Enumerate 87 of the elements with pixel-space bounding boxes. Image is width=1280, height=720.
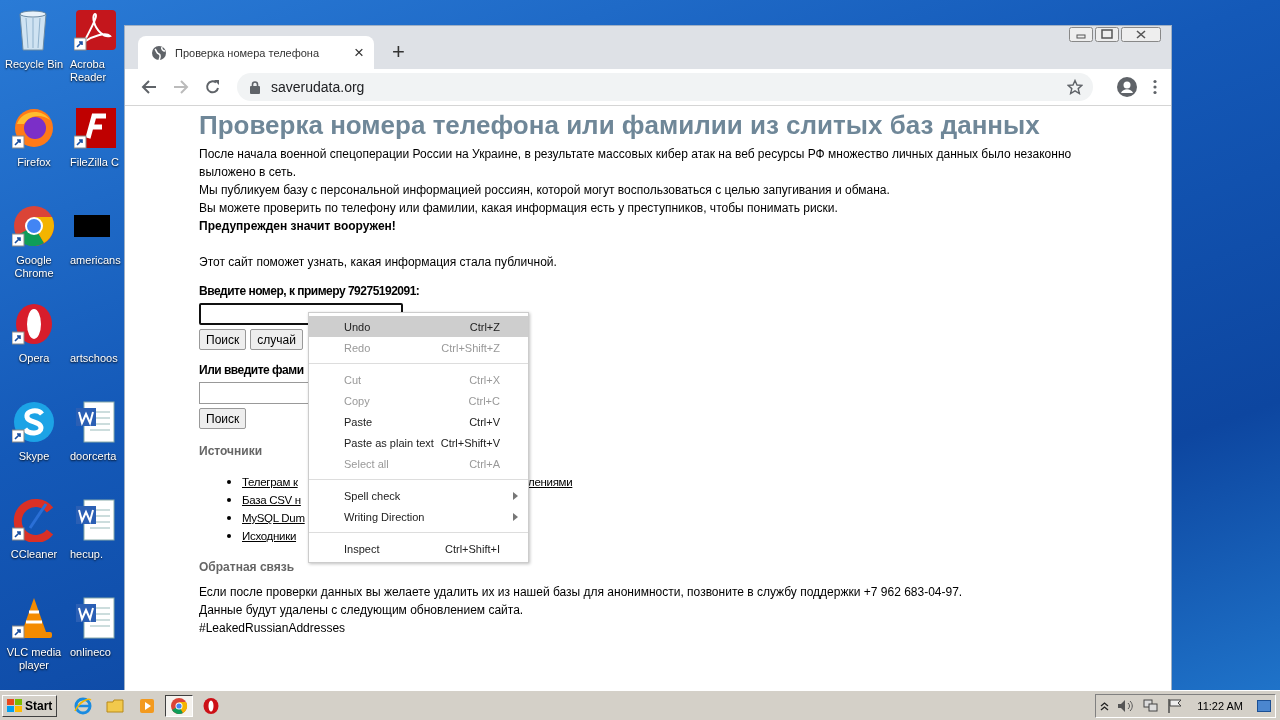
thumbnail-icon[interactable]: [74, 215, 110, 237]
media-player-icon: [138, 696, 157, 715]
menu-item[interactable]: Writing Direction: [309, 506, 528, 527]
paragraph: Если после проверки данных вы желаете удалить их из нашей базы для анонимности, позвоните в службу поддержки +7 962 683-04-97.: [199, 584, 964, 601]
desktop-icon-label[interactable]: Firefox: [17, 156, 51, 169]
bookmark-star-icon[interactable]: [1067, 79, 1083, 95]
paragraph: Мы публикуем базу с персональной информацией россиян, которой могут воспользоваться с целью запугивания и обмана.: [199, 182, 891, 199]
start-button[interactable]: Start: [2, 694, 58, 717]
new-tab-button[interactable]: +: [392, 41, 405, 63]
desktop-icon-label[interactable]: americans: [70, 254, 121, 267]
lock-icon: [250, 80, 260, 94]
maximize-button[interactable]: [1095, 27, 1119, 42]
desktop-icon-label[interactable]: hecup.: [70, 548, 104, 561]
paragraph: Этот сайт поможет узнать, какая информация стала публичной.: [199, 254, 558, 271]
page-heading: Проверка номера телефона или фамилии из слитых баз данных: [199, 110, 1041, 140]
section-heading: Обратная связь: [199, 559, 295, 575]
submenu-arrow-icon: [513, 512, 518, 521]
chrome-icon[interactable]: [12, 204, 56, 248]
paragraph: Данные будут удалены с следующим обновлением сайта.: [199, 602, 525, 619]
desktop-icon-label[interactable]: doorcerta: [70, 450, 117, 463]
desktop-icon-label[interactable]: Acroba Reader: [70, 58, 107, 84]
tab-title: Проверка номера телефона: [175, 46, 321, 59]
back-icon[interactable]: [141, 79, 157, 95]
clock[interactable]: 11:22 AM: [1197, 699, 1243, 712]
taskbar-button[interactable]: [165, 694, 194, 717]
skype-icon[interactable]: [12, 400, 56, 444]
search-button[interactable]: Поиск: [199, 408, 247, 429]
chevron-up-icon[interactable]: [1100, 700, 1110, 711]
bullet-icon: [227, 498, 231, 502]
paragraph: Предупрежден значит вооружен!: [199, 218, 397, 235]
paragraph: #LeakedRussianAddresses: [199, 620, 347, 637]
speaker-icon[interactable]: [1117, 698, 1136, 713]
ccleaner-icon[interactable]: [12, 498, 56, 542]
desktop-icon-label[interactable]: artschoos: [70, 352, 118, 365]
search-button[interactable]: случай: [250, 329, 303, 350]
menu-item[interactable]: Undo Ctrl+Z: [309, 316, 528, 337]
profile-icon[interactable]: [1117, 77, 1137, 97]
reload-icon[interactable]: [205, 79, 221, 95]
word-document-icon[interactable]: [74, 400, 118, 444]
minimize-button[interactable]: [1069, 27, 1093, 42]
chrome-icon: [170, 696, 189, 715]
desktop-icon-label[interactable]: Recycle Bin: [4, 58, 64, 71]
menu-item[interactable]: Paste Ctrl+V: [309, 411, 528, 432]
browser-tab[interactable]: Проверка номера телефона ×: [138, 36, 374, 69]
pdf-app-icon[interactable]: [74, 8, 118, 52]
paragraph: Вы можете проверить по телефону или фамилии, какая информация есть у преступников, чтобы понимать риски.: [199, 200, 839, 217]
filezilla-icon[interactable]: [74, 106, 118, 150]
close-window-button[interactable]: [1121, 27, 1161, 42]
show-desktop-icon[interactable]: [1257, 699, 1271, 712]
desktop-icon-label[interactable]: CCleaner: [10, 548, 58, 561]
ie-icon: [74, 696, 93, 715]
address-bar[interactable]: saverudata.org: [237, 73, 1093, 101]
menu-item[interactable]: Inspect Ctrl+Shift+I: [309, 538, 528, 559]
source-link[interactable]: лениями: [528, 476, 573, 488]
folder-icon: [106, 696, 125, 715]
word-document-icon[interactable]: [74, 596, 118, 640]
desktop-icon-label[interactable]: Google Chrome: [14, 254, 54, 280]
menu-item[interactable]: Spell check: [309, 485, 528, 506]
field-label: Введите номер, к примеру 79275192091:: [199, 283, 420, 299]
menu-item[interactable]: Paste as plain text Ctrl+Shift+V: [309, 432, 528, 453]
flag-icon[interactable]: [1167, 698, 1184, 713]
bullet-icon: [227, 480, 231, 484]
word-document-icon[interactable]: [74, 498, 118, 542]
bullet-icon: [227, 516, 231, 520]
firefox-icon[interactable]: [12, 106, 56, 150]
desktop-icon-label[interactable]: VLC media player: [6, 646, 62, 672]
field-label: Или введите фами: [199, 362, 304, 378]
globe-icon: [151, 44, 167, 61]
url-text: saverudata.org: [271, 79, 365, 95]
submenu-arrow-icon: [513, 491, 518, 500]
source-link[interactable]: MySQL Dum: [242, 512, 305, 524]
source-link[interactable]: Телеграм к: [242, 476, 298, 488]
windows-logo-icon: [7, 698, 23, 713]
search-button[interactable]: Поиск: [199, 329, 247, 350]
desktop-icon-label[interactable]: FileZilla C: [70, 156, 119, 169]
desktop-icon-label[interactable]: Opera: [18, 352, 50, 365]
close-tab-button[interactable]: ×: [354, 44, 364, 61]
bullet-icon: [227, 534, 231, 538]
section-heading: Источники: [199, 443, 263, 459]
desktop-icon-label[interactable]: Skype: [18, 450, 50, 463]
opera-icon: [202, 696, 221, 715]
source-link[interactable]: База CSV н: [242, 494, 301, 506]
menu-icon[interactable]: [1153, 79, 1157, 95]
paragraph: После начала военной спецоперации России на Украине, в результате массовых кибер атак на веб ресурсы РФ множество личных данных было незаконно выложено в сеть.: [199, 146, 1073, 181]
source-link[interactable]: Исходники: [242, 530, 297, 542]
desktop-icon-label[interactable]: onlineco: [70, 646, 111, 659]
network-icon[interactable]: [1143, 698, 1160, 713]
